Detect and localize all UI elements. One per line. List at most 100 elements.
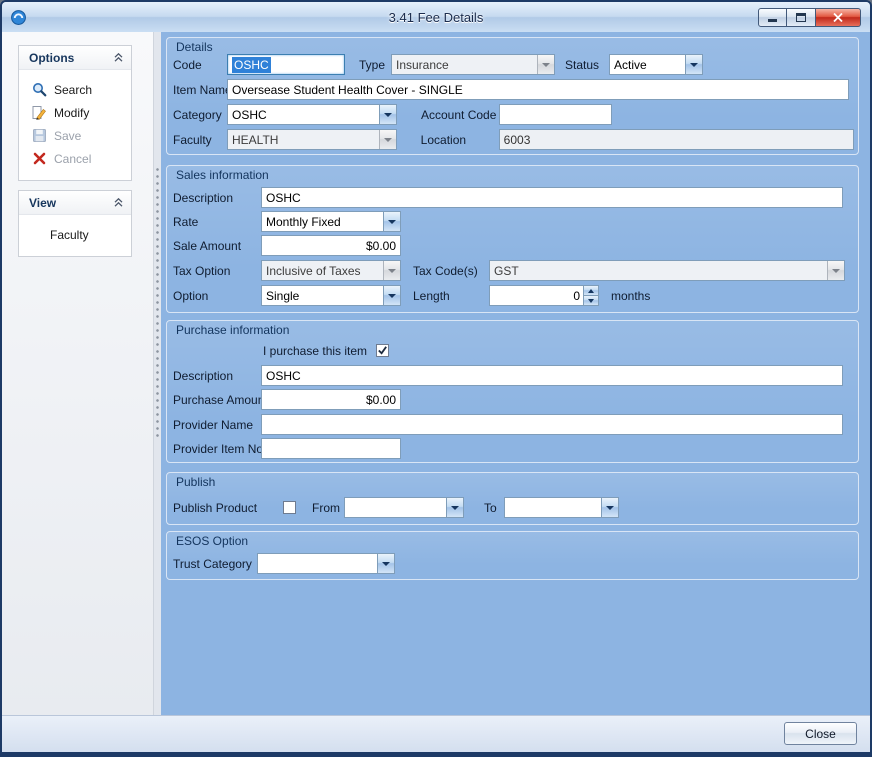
purchase-description-label: Description — [171, 369, 261, 383]
category-value: OSHC — [228, 105, 379, 124]
close-button[interactable]: Close — [784, 722, 857, 745]
titlebar[interactable]: 3.41 Fee Details — [2, 2, 870, 32]
sidebar: Options Search — [2, 32, 154, 715]
sidebar-item-label: Modify — [54, 106, 89, 120]
purchase-item-checkbox-label: I purchase this item — [261, 344, 367, 358]
minimize-button[interactable] — [758, 8, 787, 27]
account-code-input[interactable] — [499, 104, 612, 125]
window-title: 3.41 Fee Details — [2, 10, 870, 25]
purchase-description-input[interactable] — [261, 365, 843, 386]
code-selected-text: OSHC — [232, 57, 271, 73]
tax-codes-label: Tax Code(s) — [411, 264, 489, 278]
collapse-chevron-icon[interactable] — [114, 198, 123, 207]
options-panel-header[interactable]: Options — [19, 46, 131, 70]
option-select[interactable]: Single — [261, 285, 401, 306]
form-row: Category OSHC Account Code — [171, 104, 854, 125]
spinner-up-button[interactable] — [584, 286, 598, 295]
dropdown-arrow-icon — [446, 498, 463, 517]
spinner-down-button[interactable] — [584, 295, 598, 305]
length-spinner[interactable] — [489, 285, 599, 306]
form-row: Trust Category — [171, 553, 854, 574]
maximize-button[interactable] — [787, 8, 816, 27]
sidebar-item-label: Faculty — [50, 228, 89, 242]
type-select: Insurance — [391, 54, 555, 75]
publish-to-select[interactable] — [504, 497, 619, 518]
sales-description-input[interactable] — [261, 187, 843, 208]
sidebar-item-modify[interactable]: Modify — [19, 101, 131, 124]
search-icon — [32, 82, 47, 97]
fee-details-window: 3.41 Fee Details Options — [0, 0, 872, 757]
sales-description-label: Description — [171, 191, 261, 205]
code-input[interactable]: OSHC — [227, 54, 345, 75]
rate-label: Rate — [171, 215, 261, 229]
group-title: Publish — [176, 475, 215, 489]
collapse-chevron-icon[interactable] — [114, 53, 123, 62]
details-group: Details Code OSHC Type Insurance Status … — [166, 37, 859, 155]
length-input[interactable] — [490, 286, 583, 305]
spinner-down-icon — [588, 299, 594, 303]
modify-icon — [32, 105, 47, 120]
rate-value: Monthly Fixed — [262, 212, 383, 231]
maximize-icon — [796, 13, 806, 22]
close-window-button[interactable] — [816, 8, 861, 27]
view-panel-header[interactable]: View — [19, 191, 131, 215]
status-select[interactable]: Active — [609, 54, 703, 75]
dropdown-arrow-icon — [377, 554, 394, 573]
options-panel-title: Options — [29, 51, 74, 65]
view-panel-items: Faculty — [19, 215, 131, 256]
publish-group: Publish Publish Product From To — [166, 472, 859, 525]
tax-option-value: Inclusive of Taxes — [262, 261, 383, 280]
sale-amount-input[interactable] — [261, 235, 401, 256]
form-row: Item Name — [171, 79, 854, 100]
sidebar-item-search[interactable]: Search — [19, 78, 131, 101]
dropdown-arrow-icon — [685, 55, 702, 74]
code-label: Code — [171, 58, 227, 72]
splitter[interactable] — [154, 32, 161, 715]
view-panel-title: View — [29, 196, 56, 210]
purchase-amount-input[interactable] — [261, 389, 401, 410]
provider-name-input[interactable] — [261, 414, 843, 435]
spinner-up-icon — [588, 289, 594, 293]
item-name-input[interactable] — [227, 79, 849, 100]
location-label: Location — [419, 133, 499, 147]
spinner-buttons — [583, 286, 598, 305]
minimize-icon — [768, 19, 777, 22]
status-value: Active — [610, 55, 685, 74]
form-row: Description — [171, 187, 854, 208]
esos-group: ESOS Option Trust Category — [166, 531, 859, 580]
publish-from-select[interactable] — [344, 497, 464, 518]
type-label: Type — [357, 58, 387, 72]
category-select[interactable]: OSHC — [227, 104, 397, 125]
rate-select[interactable]: Monthly Fixed — [261, 211, 401, 232]
dropdown-arrow-icon — [383, 286, 400, 305]
purchase-item-checkbox[interactable] — [376, 344, 389, 357]
purchase-amount-label: Purchase Amount — [171, 393, 261, 407]
provider-item-no-input[interactable] — [261, 438, 401, 459]
options-panel: Options Search — [18, 45, 132, 181]
form-row: Rate Monthly Fixed — [171, 211, 854, 232]
sales-group: Sales information Description Rate Month… — [166, 165, 859, 313]
form-row: Faculty HEALTH Location — [171, 129, 854, 150]
item-name-label: Item Name — [171, 83, 227, 97]
form-row: Description — [171, 365, 854, 386]
category-label: Category — [171, 108, 227, 122]
faculty-select: HEALTH — [227, 129, 397, 150]
publish-product-label: Publish Product — [171, 501, 283, 515]
publish-product-checkbox[interactable] — [283, 501, 296, 514]
app-body: Options Search — [2, 32, 870, 715]
tax-option-label: Tax Option — [171, 264, 261, 278]
publish-to-value — [505, 498, 601, 517]
sidebar-item-label: Search — [54, 83, 92, 97]
sidebar-item-faculty[interactable]: Faculty — [19, 223, 131, 246]
sidebar-item-cancel: Cancel — [19, 147, 131, 170]
sidebar-item-save: Save — [19, 124, 131, 147]
sale-amount-label: Sale Amount — [171, 239, 261, 253]
save-icon — [32, 128, 47, 143]
tax-codes-select: GST — [489, 260, 845, 281]
form-row: Purchase Amount — [171, 389, 854, 410]
trust-category-select[interactable] — [257, 553, 395, 574]
faculty-label: Faculty — [171, 133, 227, 147]
form-row: Provider Item No — [171, 438, 854, 459]
group-title: Purchase information — [176, 323, 289, 337]
close-icon — [833, 13, 843, 22]
